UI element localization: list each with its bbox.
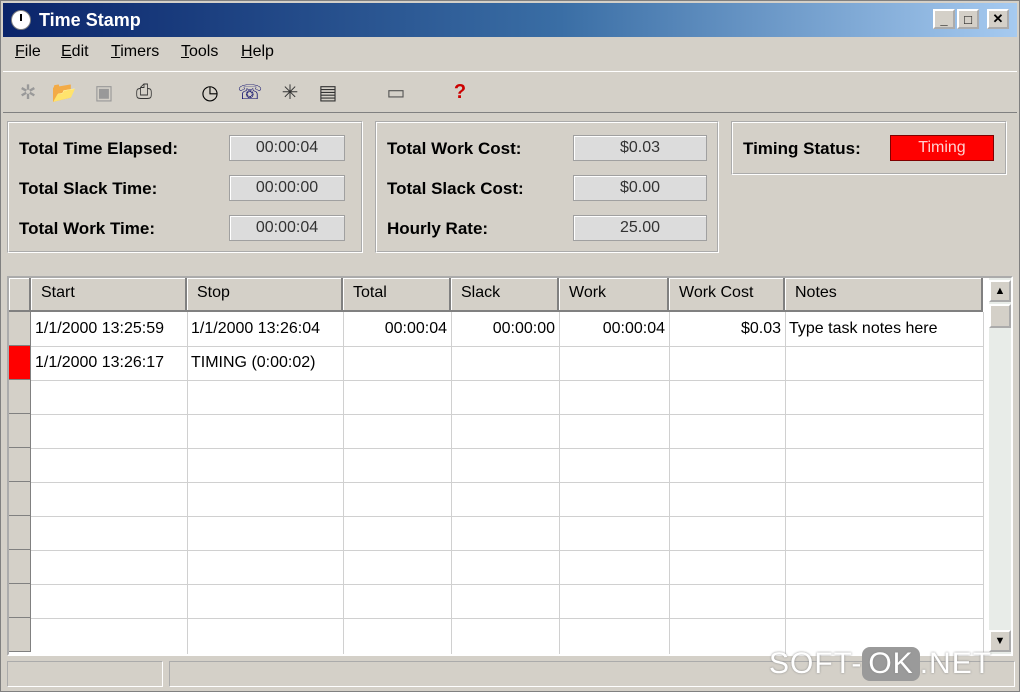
total-slack-time-value: 00:00:00 (229, 175, 345, 201)
timing-status-label: Timing Status: (743, 139, 861, 158)
column-header-work-cost[interactable]: Work Cost (669, 278, 785, 312)
column-header-slack[interactable]: Slack (451, 278, 559, 312)
toolbar: ✲ 📂 ▣ ⎙ ◷ ☏ ✳ ▤ ▭ ? (3, 71, 1017, 113)
title-bar[interactable]: Time Stamp _ □ ✕ (3, 3, 1017, 37)
phone-icon[interactable]: ☏ (237, 79, 263, 105)
scroll-down-icon[interactable]: ▼ (989, 630, 1011, 652)
hourly-rate-label: Hourly Rate: (387, 219, 489, 238)
watermark: SOFT- OK .NET (769, 647, 992, 681)
row-header[interactable] (9, 618, 31, 652)
print-icon[interactable]: ⎙ (131, 79, 157, 105)
total-slack-cost-value: $0.00 (573, 175, 707, 201)
timing-status-indicator: Timing (890, 135, 994, 161)
watermark-right: .NET (919, 647, 993, 680)
watermark-ok: OK (862, 647, 920, 681)
column-header-notes[interactable]: Notes (785, 278, 983, 312)
timer-table: Start Stop Total Slack Work Work Cost No… (7, 276, 1013, 656)
save-icon[interactable]: ▣ (91, 79, 117, 105)
watermark-left: SOFT- (769, 647, 863, 680)
menu-bar: File Edit Timers Tools Help (3, 39, 1017, 67)
row-header[interactable] (9, 584, 31, 618)
open-icon[interactable]: 📂 (51, 79, 77, 105)
cost-summary-panel: Total Work Cost: $0.03 Total Slack Cost:… (375, 121, 719, 253)
grid-line (669, 312, 670, 654)
grid-line (31, 380, 983, 381)
time-summary-panel: Total Time Elapsed: 00:00:04 Total Slack… (7, 121, 363, 253)
cell-work-cost[interactable]: $0.03 (669, 312, 781, 346)
sun-icon[interactable]: ✳ (277, 79, 303, 105)
row-header-active[interactable] (9, 346, 31, 380)
scroll-up-icon[interactable]: ▲ (989, 280, 1011, 302)
grid-line (187, 312, 188, 654)
grid-line (343, 312, 344, 654)
vertical-scrollbar[interactable]: ▲ ▼ (989, 278, 1011, 654)
grid-line (31, 584, 983, 585)
clock-app-icon (11, 10, 31, 30)
menu-edit[interactable]: Edit (61, 43, 89, 61)
row-header[interactable] (9, 414, 31, 448)
row-header[interactable] (9, 380, 31, 414)
column-header-total[interactable]: Total (343, 278, 451, 312)
cell-work[interactable]: 00:00:04 (559, 312, 665, 346)
cell-slack[interactable]: 00:00:00 (451, 312, 555, 346)
column-header-work[interactable]: Work (559, 278, 669, 312)
window-title: Time Stamp (39, 10, 141, 30)
total-work-time-value: 00:00:04 (229, 215, 345, 241)
total-work-cost-label: Total Work Cost: (387, 139, 522, 158)
row-header[interactable] (9, 550, 31, 584)
total-time-elapsed-label: Total Time Elapsed: (19, 139, 179, 158)
scroll-thumb[interactable] (989, 304, 1011, 328)
cell-start[interactable]: 1/1/2000 13:26:17 (35, 346, 164, 380)
row-header[interactable] (9, 516, 31, 550)
grid-line (31, 414, 983, 415)
hourly-rate-value[interactable]: 25.00 (573, 215, 707, 241)
column-header-stop[interactable]: Stop (187, 278, 343, 312)
total-time-elapsed-value: 00:00:04 (229, 135, 345, 161)
minimize-button[interactable]: _ (933, 9, 955, 29)
grid-line (31, 550, 983, 551)
grid-line (31, 448, 983, 449)
menu-timers[interactable]: Timers (111, 43, 159, 61)
close-button[interactable]: ✕ (987, 9, 1009, 29)
new-icon[interactable]: ✲ (15, 79, 41, 105)
app-window: Time Stamp _ □ ✕ File Edit Timers Tools … (0, 0, 1020, 692)
cell-stop[interactable]: TIMING (0:00:02) (191, 346, 315, 380)
total-work-time-label: Total Work Time: (19, 219, 156, 238)
cell-notes[interactable]: Type task notes here (789, 312, 938, 346)
cell-start[interactable]: 1/1/2000 13:25:59 (35, 312, 164, 346)
grid-line (451, 312, 452, 654)
maximize-button[interactable]: □ (957, 9, 979, 29)
total-slack-time-label: Total Slack Time: (19, 179, 158, 198)
grid-line (31, 516, 983, 517)
cell-total[interactable]: 00:00:04 (343, 312, 447, 346)
cell-stop[interactable]: 1/1/2000 13:26:04 (191, 312, 320, 346)
window-icon[interactable]: ▭ (383, 79, 409, 105)
clock-icon[interactable]: ◷ (197, 79, 223, 105)
grid-line (785, 312, 786, 654)
column-header-start[interactable]: Start (31, 278, 187, 312)
help-icon[interactable]: ? (447, 79, 473, 105)
table-corner (9, 278, 31, 312)
row-header[interactable] (9, 312, 31, 346)
grid-line (983, 312, 984, 654)
grid-line (31, 346, 983, 347)
row-header[interactable] (9, 448, 31, 482)
total-work-cost-value: $0.03 (573, 135, 707, 161)
total-slack-cost-label: Total Slack Cost: (387, 179, 524, 198)
row-header[interactable] (9, 482, 31, 516)
menu-help[interactable]: Help (241, 43, 274, 61)
status-pane (7, 661, 163, 687)
grid-line (31, 482, 983, 483)
menu-file[interactable]: File (15, 43, 41, 61)
grid-line (559, 312, 560, 654)
report-icon[interactable]: ▤ (315, 79, 341, 105)
menu-tools[interactable]: Tools (181, 43, 218, 61)
grid-line (31, 618, 983, 619)
